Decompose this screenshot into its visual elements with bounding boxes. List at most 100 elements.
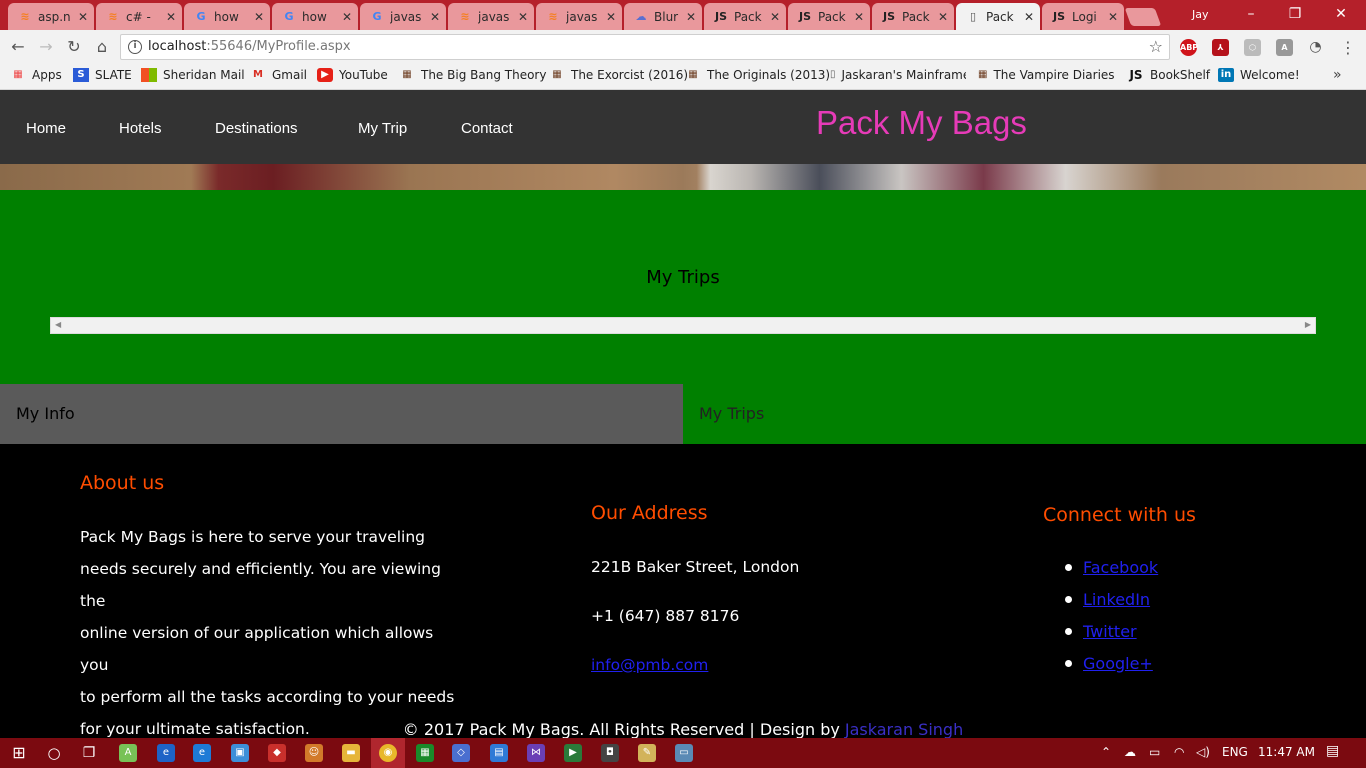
browser-tab[interactable]: ≋ asp.n ✕ <box>8 3 94 30</box>
browser-tab[interactable]: Ghow ✕ <box>272 3 358 30</box>
bookmark-welcome[interactable]: in Welcome! <box>1218 68 1300 82</box>
close-icon[interactable]: ✕ <box>1108 10 1118 24</box>
close-icon[interactable]: ✕ <box>342 10 352 24</box>
nav-home[interactable]: Home <box>26 120 66 137</box>
author-link[interactable]: Jaskaran Singh <box>845 720 963 738</box>
profile-name[interactable]: Jay <box>1192 8 1209 21</box>
close-icon[interactable]: ✕ <box>1024 10 1034 24</box>
close-icon[interactable]: ✕ <box>854 10 864 24</box>
camera-icon[interactable]: ◘ <box>601 744 619 762</box>
extension-icon[interactable]: A <box>1276 39 1293 56</box>
browser-tab[interactable]: ≋ javas ✕ <box>448 3 534 30</box>
address-bar[interactable]: i localhost:55646/MyProfile.aspx ☆ <box>120 34 1170 60</box>
reload-icon[interactable]: ↻ <box>64 37 84 57</box>
app-icon[interactable]: ☺ <box>305 744 323 762</box>
bookmark-big-bang-theory[interactable]: ▦ The Big Bang Theory <box>399 68 546 82</box>
git-icon[interactable]: ◆ <box>268 744 286 762</box>
close-icon[interactable]: ✕ <box>686 10 696 24</box>
notifications-icon[interactable]: ▤ <box>1326 743 1339 759</box>
browser-tab[interactable]: ≋ javas ✕ <box>536 3 622 30</box>
back-icon[interactable]: ← <box>8 37 28 57</box>
edge-icon[interactable]: e <box>193 744 211 762</box>
bookmark-originals[interactable]: ▦ The Originals (2013) <box>685 68 830 82</box>
adblock-icon[interactable]: ABP <box>1180 39 1198 56</box>
close-window-icon[interactable]: ✕ <box>1318 4 1364 24</box>
package-icon[interactable]: ▣ <box>231 744 249 762</box>
visual-studio-icon[interactable]: ⋈ <box>527 744 545 762</box>
browser-tab[interactable]: JS Pack ✕ <box>872 3 954 30</box>
battery-icon[interactable]: ▭ <box>1149 745 1160 759</box>
bookmark-gmail[interactable]: M Gmail <box>250 68 307 82</box>
pdf-icon[interactable]: ⅄ <box>1212 39 1229 56</box>
menu-icon[interactable]: ⋮ <box>1340 38 1356 57</box>
tab-my-trips[interactable]: My Trips <box>683 384 1366 444</box>
maximize-icon[interactable]: ❐ <box>1272 4 1318 24</box>
bookmark-sheridan-mail[interactable]: Sheridan Mail <box>141 68 245 82</box>
volume-icon[interactable]: ◁) <box>1196 745 1210 759</box>
bookmark-bookshelf[interactable]: JS BookShelf <box>1128 68 1210 82</box>
more-bookmarks-icon[interactable]: » <box>1333 67 1342 83</box>
close-icon[interactable]: ✕ <box>518 10 528 24</box>
close-icon[interactable]: ✕ <box>606 10 616 24</box>
scroll-right-icon[interactable]: ▶ <box>1305 320 1311 329</box>
bookmark-exorcist[interactable]: ▦ The Exorcist (2016) <box>549 68 688 82</box>
close-icon[interactable]: ✕ <box>166 10 176 24</box>
clock[interactable]: 11:47 AM <box>1258 745 1315 759</box>
horizontal-scrollbar[interactable]: ◀ ▶ <box>50 317 1316 334</box>
bookmark-star-icon[interactable]: ☆ <box>1149 37 1163 56</box>
linkedin-link[interactable]: LinkedIn <box>1083 590 1150 609</box>
onedrive-icon[interactable]: ☁ <box>1124 745 1136 759</box>
notepad-icon[interactable]: ✎ <box>638 744 656 762</box>
sql-icon[interactable]: ▶ <box>564 744 582 762</box>
bookmark-youtube[interactable]: ▶ YouTube <box>317 68 388 82</box>
speed-gauge-icon[interactable]: ◔ <box>1307 39 1324 56</box>
scroll-left-icon[interactable]: ◀ <box>55 320 61 329</box>
task-view-icon[interactable]: ❐ <box>80 744 98 762</box>
home-icon[interactable]: ⌂ <box>92 37 112 57</box>
android-studio-icon[interactable]: A <box>119 744 137 762</box>
window-icon[interactable]: ▭ <box>675 744 693 762</box>
site-brand[interactable]: Pack My Bags <box>816 104 1027 142</box>
googleplus-link[interactable]: Google+ <box>1083 654 1153 673</box>
facebook-link[interactable]: Facebook <box>1083 558 1158 577</box>
language-indicator[interactable]: ENG <box>1222 745 1248 759</box>
new-tab-button[interactable] <box>1124 8 1162 26</box>
browser-tab[interactable]: JS Logi ✕ <box>1042 3 1124 30</box>
file-explorer-icon[interactable]: ▬ <box>342 744 360 762</box>
browser-tab[interactable]: ☁ Blur ✕ <box>624 3 702 30</box>
eclipse-icon[interactable]: e <box>157 744 175 762</box>
browser-tab[interactable]: Ghow ✕ <box>184 3 270 30</box>
chrome-icon[interactable]: ◉ <box>379 744 397 762</box>
nav-contact[interactable]: Contact <box>461 120 513 137</box>
windows-start-icon[interactable]: ⊞ <box>10 744 28 762</box>
cortana-icon[interactable]: ○ <box>45 744 63 762</box>
browser-tab-active[interactable]: ▯ Pack ✕ <box>956 3 1040 30</box>
image-icon[interactable]: ▤ <box>490 744 508 762</box>
bookmark-slate[interactable]: S SLATE <box>73 68 132 82</box>
nav-hotels[interactable]: Hotels <box>119 120 162 137</box>
close-icon[interactable]: ✕ <box>938 10 948 24</box>
close-icon[interactable]: ✕ <box>78 10 88 24</box>
close-icon[interactable]: ✕ <box>430 10 440 24</box>
forward-icon[interactable]: → <box>36 37 56 57</box>
browser-tab[interactable]: JS Pack ✕ <box>704 3 786 30</box>
browser-tab[interactable]: ≋ c# - ✕ <box>96 3 182 30</box>
extension-cube-icon[interactable]: ⬡ <box>1244 39 1261 56</box>
hyper-v-icon[interactable]: ◇ <box>452 744 470 762</box>
bookmark-mainframe[interactable]: ▯ Jaskaran's Mainframe <box>830 68 966 82</box>
bookmark-vampire-diaries[interactable]: ▦ The Vampire Diaries ( <box>978 68 1118 82</box>
browser-tab[interactable]: JS Pack ✕ <box>788 3 870 30</box>
email-link[interactable]: info@pmb.com <box>591 656 708 674</box>
tray-chevron-icon[interactable]: ⌃ <box>1101 745 1111 759</box>
close-icon[interactable]: ✕ <box>770 10 780 24</box>
minimize-icon[interactable]: – <box>1228 4 1274 24</box>
bookmark-apps[interactable]: ▦ Apps <box>10 68 61 82</box>
url-text[interactable]: localhost:55646/MyProfile.aspx <box>148 39 351 54</box>
close-icon[interactable]: ✕ <box>254 10 264 24</box>
twitter-link[interactable]: Twitter <box>1083 622 1137 641</box>
terminal-icon[interactable]: ▦ <box>416 744 434 762</box>
nav-my-trip[interactable]: My Trip <box>358 120 407 137</box>
nav-destinations[interactable]: Destinations <box>215 120 298 137</box>
browser-tab[interactable]: Gjavas ✕ <box>360 3 446 30</box>
tab-my-info[interactable]: My Info <box>0 384 683 444</box>
